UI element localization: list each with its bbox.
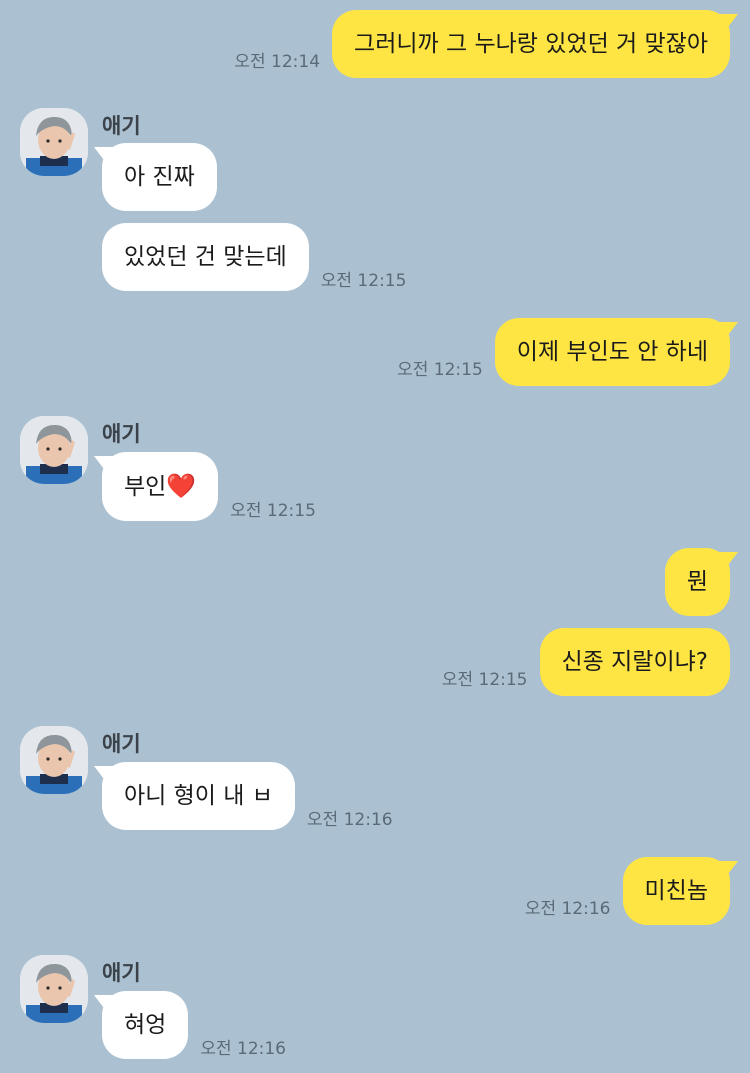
message-timestamp: 오전 12:15	[397, 360, 483, 380]
message-bubble-outgoing[interactable]: 그러니까 그 누나랑 있었던 거 맞잖아	[332, 10, 730, 78]
avatar-photo-icon	[20, 726, 88, 794]
heart-emoji-icon: ❤️	[166, 472, 197, 500]
message-bubble-outgoing[interactable]: 뭔	[664, 548, 730, 616]
friend-avatar[interactable]	[20, 108, 88, 176]
message-row-outgoing: 오전 12:16 미친놈	[525, 857, 730, 925]
message-row-incoming: 아니 형이 내 ㅂ 오전 12:16	[102, 762, 393, 830]
friend-avatar[interactable]	[20, 726, 88, 794]
message-timestamp: 오전 12:14	[234, 52, 321, 72]
message-row-incoming: 있었던 건 맞는데 오전 12:15	[102, 223, 406, 291]
message-row-outgoing: 오전 12:14 그러니까 그 누나랑 있었던 거 맞잖아	[234, 10, 730, 78]
message-timestamp: 오전 12:16	[524, 899, 611, 919]
friend-name: 애기	[102, 114, 141, 138]
message-bubble-incoming[interactable]: 있었던 건 맞는데	[102, 223, 309, 291]
avatar-photo-icon	[20, 955, 88, 1023]
friend-name: 애기	[102, 732, 141, 756]
message-bubble-incoming[interactable]: 아니 형이 내 ㅂ	[102, 762, 295, 830]
message-row-incoming: 혀엉 오전 12:16	[102, 991, 286, 1059]
message-timestamp: 오전 12:15	[441, 670, 528, 690]
message-timestamp: 오전 12:16	[306, 810, 393, 830]
message-text: 부인	[124, 474, 167, 500]
friend-avatar[interactable]	[20, 416, 88, 484]
message-bubble-outgoing[interactable]: 미친놈	[622, 857, 730, 925]
message-bubble-incoming[interactable]: 아 진짜	[102, 143, 217, 211]
message-timestamp: 오전 12:15	[320, 271, 407, 291]
message-row-outgoing: 오전 12:15 이제 부인도 안 하네	[397, 318, 730, 386]
friend-name: 애기	[102, 961, 141, 985]
message-bubble-incoming[interactable]: 부인❤️	[102, 452, 219, 521]
message-timestamp: 오전 12:16	[200, 1039, 287, 1059]
message-bubble-incoming[interactable]: 혀엉	[102, 991, 189, 1059]
chat-room: 오전 12:14 그러니까 그 누나랑 있었던 거 맞잖아 애기 아 진짜 있었…	[0, 0, 750, 1073]
avatar-photo-icon	[20, 108, 88, 176]
message-row-outgoing: 뭔	[664, 548, 730, 616]
message-row-outgoing: 오전 12:15 신종 지랄이냐?	[442, 628, 730, 696]
friend-name: 애기	[102, 422, 141, 446]
avatar-photo-icon	[20, 416, 88, 484]
message-bubble-outgoing[interactable]: 신종 지랄이냐?	[539, 628, 730, 696]
message-timestamp: 오전 12:15	[230, 501, 316, 521]
message-bubble-outgoing[interactable]: 이제 부인도 안 하네	[494, 318, 730, 386]
message-row-incoming: 아 진짜	[102, 143, 217, 211]
friend-avatar[interactable]	[20, 955, 88, 1023]
message-row-incoming: 부인❤️ 오전 12:15	[102, 452, 316, 521]
